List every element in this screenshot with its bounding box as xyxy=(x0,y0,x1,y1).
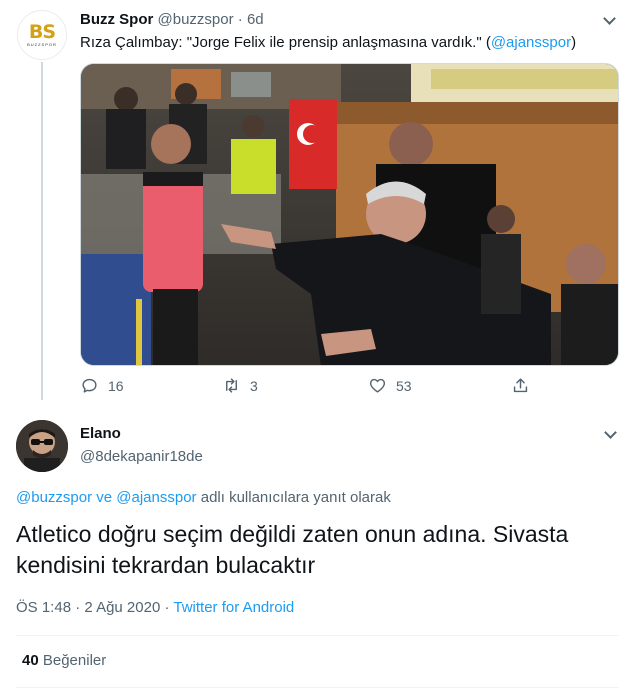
divider xyxy=(16,635,619,636)
heart-icon xyxy=(369,378,386,393)
replying-suffix: adlı kullanıcılara yanıt olarak xyxy=(196,489,391,506)
replying-to-line: @buzzspor ve @ajansspor adlı kullanıcıla… xyxy=(16,488,391,508)
like-action[interactable]: 53 xyxy=(368,376,412,395)
likes-summary[interactable]: 40 Beğeniler xyxy=(22,651,106,671)
tweet-actions: 16 3 53 xyxy=(80,376,540,400)
reply-icon xyxy=(82,378,97,393)
retweet-icon xyxy=(226,378,237,393)
reply-time[interactable]: ÖS 1:48 xyxy=(16,599,71,616)
tweet-source-link[interactable]: Twitter for Android xyxy=(173,599,294,616)
share-icon xyxy=(513,378,528,393)
reply-tweet-meta: ÖS 1:48 · 2 Ağu 2020 · Twitter for Andro… xyxy=(16,598,294,618)
reply-author-handle[interactable]: @8dekapanir18de xyxy=(80,447,203,467)
chevron-down-icon[interactable] xyxy=(604,426,617,439)
buzzspor-logo-subtitle: BUZZSPOR xyxy=(27,42,57,47)
parent-tweet-header: Buzz Spor @buzzspor · 6d xyxy=(80,10,264,30)
thread-connector-line xyxy=(41,62,43,400)
mention-buzzspor[interactable]: @buzzspor xyxy=(16,489,92,506)
chevron-down-icon[interactable] xyxy=(603,12,616,25)
parent-tweet-text: Rıza Çalımbay: "Jorge Felix ile prensip … xyxy=(80,34,577,51)
meta-separator: · xyxy=(71,599,85,616)
reply-tweet-text: Atletico doğru seçim değildi zaten onun … xyxy=(16,521,569,578)
likes-label: Beğeniler xyxy=(42,652,107,669)
share-action[interactable] xyxy=(511,376,530,395)
author-name[interactable]: Buzz Spor xyxy=(80,11,153,28)
replying-conjunction: ve xyxy=(92,489,117,506)
buzzspor-logo: BS xyxy=(28,21,56,43)
meta-separator: · xyxy=(160,599,174,616)
mention-link[interactable]: @ajansspor xyxy=(491,34,571,51)
retweet-action[interactable]: 3 xyxy=(222,376,258,395)
like-count: 53 xyxy=(396,377,412,394)
header-separator: · xyxy=(237,11,243,28)
reply-date[interactable]: 2 Ağu 2020 xyxy=(84,599,160,616)
elano-avatar[interactable] xyxy=(16,420,68,472)
mention-ajansspor[interactable]: @ajansspor xyxy=(116,489,196,506)
retweet-count: 3 xyxy=(250,377,258,394)
divider xyxy=(16,687,619,688)
likes-count: 40 xyxy=(22,652,39,669)
author-handle[interactable]: @buzzspor xyxy=(158,11,234,28)
reply-author-name[interactable]: Elano xyxy=(80,424,121,444)
tweet-photo[interactable] xyxy=(80,63,619,366)
buzzspor-avatar[interactable]: BS BUZZSPOR xyxy=(17,10,67,60)
tweet-time[interactable]: 6d xyxy=(247,11,264,28)
reply-count: 16 xyxy=(108,377,124,394)
reply-action[interactable]: 16 xyxy=(80,376,124,395)
